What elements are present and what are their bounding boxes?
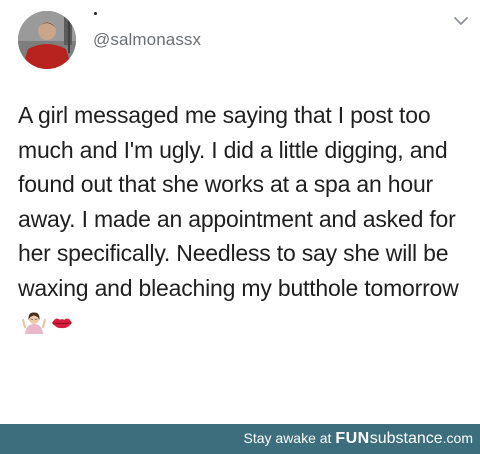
tweet-card: @salmonassx A girl messaged me saying th… (0, 0, 480, 424)
tweet-body: A girl messaged me saying that I post to… (18, 102, 459, 301)
display-name-dot (94, 12, 97, 15)
chevron-down-icon[interactable] (452, 12, 470, 30)
kiss-mark-emoji (50, 309, 74, 344)
woman-shrugging-emoji (21, 309, 47, 344)
watermark[interactable]: Stay awake at FUNsubstance.com (244, 430, 474, 448)
footer-domain: .com (442, 430, 473, 446)
avatar[interactable] (18, 11, 76, 69)
tweet-text: A girl messaged me saying that I post to… (18, 98, 473, 344)
footer-brand-bold: FUN (335, 430, 370, 447)
username-handle[interactable]: @salmonassx (93, 30, 201, 50)
footer-prefix: Stay awake at (243, 430, 336, 446)
site-footer: Stay awake at FUNsubstance.com (0, 424, 480, 454)
avatar-photo-icon (18, 11, 76, 69)
footer-brand-rest: substance (369, 430, 443, 447)
